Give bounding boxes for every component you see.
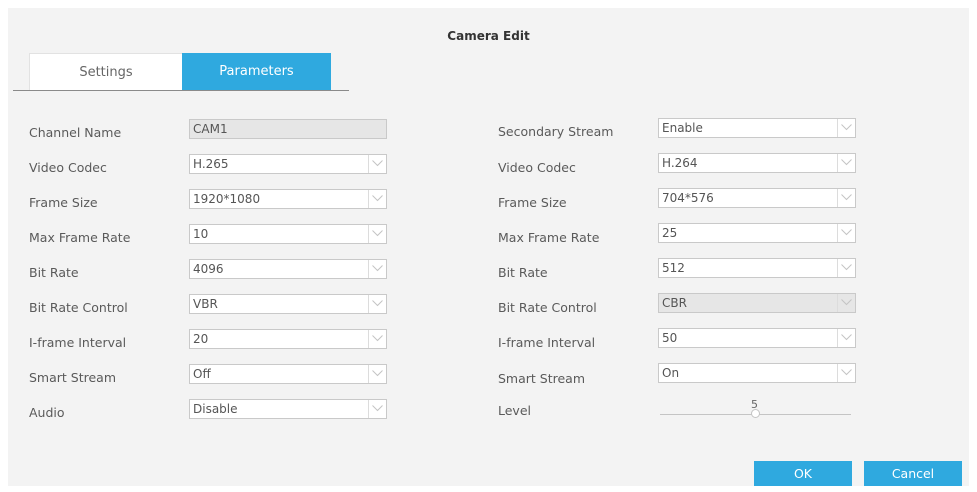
chevron-down-icon bbox=[837, 154, 855, 172]
tab-parameters[interactable]: Parameters bbox=[182, 53, 331, 91]
secondary-bit-rate-select[interactable]: 512 bbox=[658, 258, 856, 278]
secondary-stream-select[interactable]: Enable bbox=[658, 118, 856, 138]
cancel-button[interactable]: Cancel bbox=[864, 461, 962, 486]
secondary-video-codec-value: H.264 bbox=[662, 156, 698, 170]
channel-name-field[interactable]: CAM1 bbox=[189, 119, 387, 139]
tab-underline bbox=[13, 90, 349, 91]
chevron-down-icon bbox=[368, 330, 386, 348]
smart-stream-label: Smart Stream bbox=[29, 370, 117, 385]
bit-rate-control-label: Bit Rate Control bbox=[29, 300, 128, 315]
secondary-max-frame-rate-label: Max Frame Rate bbox=[498, 230, 600, 245]
frame-size-select[interactable]: 1920*1080 bbox=[189, 189, 387, 209]
secondary-stream-value: Enable bbox=[662, 121, 703, 135]
chevron-down-icon bbox=[368, 365, 386, 383]
chevron-down-icon bbox=[368, 400, 386, 418]
chevron-down-icon bbox=[837, 189, 855, 207]
chevron-down-icon bbox=[368, 260, 386, 278]
secondary-bit-rate-label: Bit Rate bbox=[498, 265, 548, 280]
frame-size-label: Frame Size bbox=[29, 195, 98, 210]
secondary-video-codec-select[interactable]: H.264 bbox=[658, 153, 856, 173]
bit-rate-control-select[interactable]: VBR bbox=[189, 294, 387, 314]
level-label: Level bbox=[498, 403, 531, 418]
chevron-down-icon bbox=[837, 364, 855, 382]
secondary-stream-label: Secondary Stream bbox=[498, 124, 614, 139]
chevron-down-icon bbox=[368, 155, 386, 173]
secondary-smart-stream-label: Smart Stream bbox=[498, 371, 586, 386]
secondary-frame-size-select[interactable]: 704*576 bbox=[658, 188, 856, 208]
audio-label: Audio bbox=[29, 405, 65, 420]
frame-size-value: 1920*1080 bbox=[193, 192, 261, 206]
chevron-down-icon bbox=[368, 190, 386, 208]
video-codec-value: H.265 bbox=[193, 157, 229, 171]
bit-rate-control-value: VBR bbox=[193, 297, 218, 311]
secondary-max-frame-rate-select[interactable]: 25 bbox=[658, 223, 856, 243]
smart-stream-select[interactable]: Off bbox=[189, 364, 387, 384]
dialog-title: Camera Edit bbox=[447, 29, 530, 43]
chevron-down-icon bbox=[368, 225, 386, 243]
secondary-bit-rate-control-label: Bit Rate Control bbox=[498, 300, 597, 315]
secondary-bit-rate-value: 512 bbox=[662, 261, 685, 275]
secondary-bit-rate-control-select[interactable]: CBR bbox=[658, 293, 856, 313]
iframe-interval-select[interactable]: 20 bbox=[189, 329, 387, 349]
secondary-video-codec-label: Video Codec bbox=[498, 160, 576, 175]
audio-select[interactable]: Disable bbox=[189, 399, 387, 419]
chevron-down-icon bbox=[837, 329, 855, 347]
secondary-smart-stream-select[interactable]: On bbox=[658, 363, 856, 383]
secondary-bit-rate-control-value: CBR bbox=[662, 296, 687, 310]
secondary-smart-stream-value: On bbox=[662, 366, 680, 380]
chevron-down-icon bbox=[837, 294, 855, 312]
channel-name-label: Channel Name bbox=[29, 125, 122, 140]
channel-name-value: CAM1 bbox=[193, 122, 228, 136]
bit-rate-value: 4096 bbox=[193, 262, 224, 276]
max-frame-rate-value: 10 bbox=[193, 227, 209, 241]
secondary-iframe-interval-select[interactable]: 50 bbox=[658, 328, 856, 348]
tab-settings[interactable]: Settings bbox=[29, 53, 183, 91]
camera-edit-dialog: Camera Edit Settings Parameters Channel … bbox=[8, 8, 969, 486]
video-codec-select[interactable]: H.265 bbox=[189, 154, 387, 174]
secondary-frame-size-value: 704*576 bbox=[662, 191, 714, 205]
bit-rate-label: Bit Rate bbox=[29, 265, 79, 280]
video-codec-label: Video Codec bbox=[29, 160, 107, 175]
iframe-interval-label: I-frame Interval bbox=[29, 335, 127, 350]
secondary-iframe-interval-label: I-frame Interval bbox=[498, 335, 596, 350]
max-frame-rate-select[interactable]: 10 bbox=[189, 224, 387, 244]
chevron-down-icon bbox=[837, 119, 855, 137]
secondary-iframe-interval-value: 50 bbox=[662, 331, 678, 345]
bit-rate-select[interactable]: 4096 bbox=[189, 259, 387, 279]
smart-stream-value: Off bbox=[193, 367, 211, 381]
audio-value: Disable bbox=[193, 402, 238, 416]
chevron-down-icon bbox=[368, 295, 386, 313]
level-value: 5 bbox=[751, 398, 758, 411]
secondary-frame-size-label: Frame Size bbox=[498, 195, 567, 210]
chevron-down-icon bbox=[837, 224, 855, 242]
max-frame-rate-label: Max Frame Rate bbox=[29, 230, 131, 245]
chevron-down-icon bbox=[837, 259, 855, 277]
iframe-interval-value: 20 bbox=[193, 332, 209, 346]
ok-button[interactable]: OK bbox=[754, 461, 852, 486]
secondary-max-frame-rate-value: 25 bbox=[662, 226, 678, 240]
